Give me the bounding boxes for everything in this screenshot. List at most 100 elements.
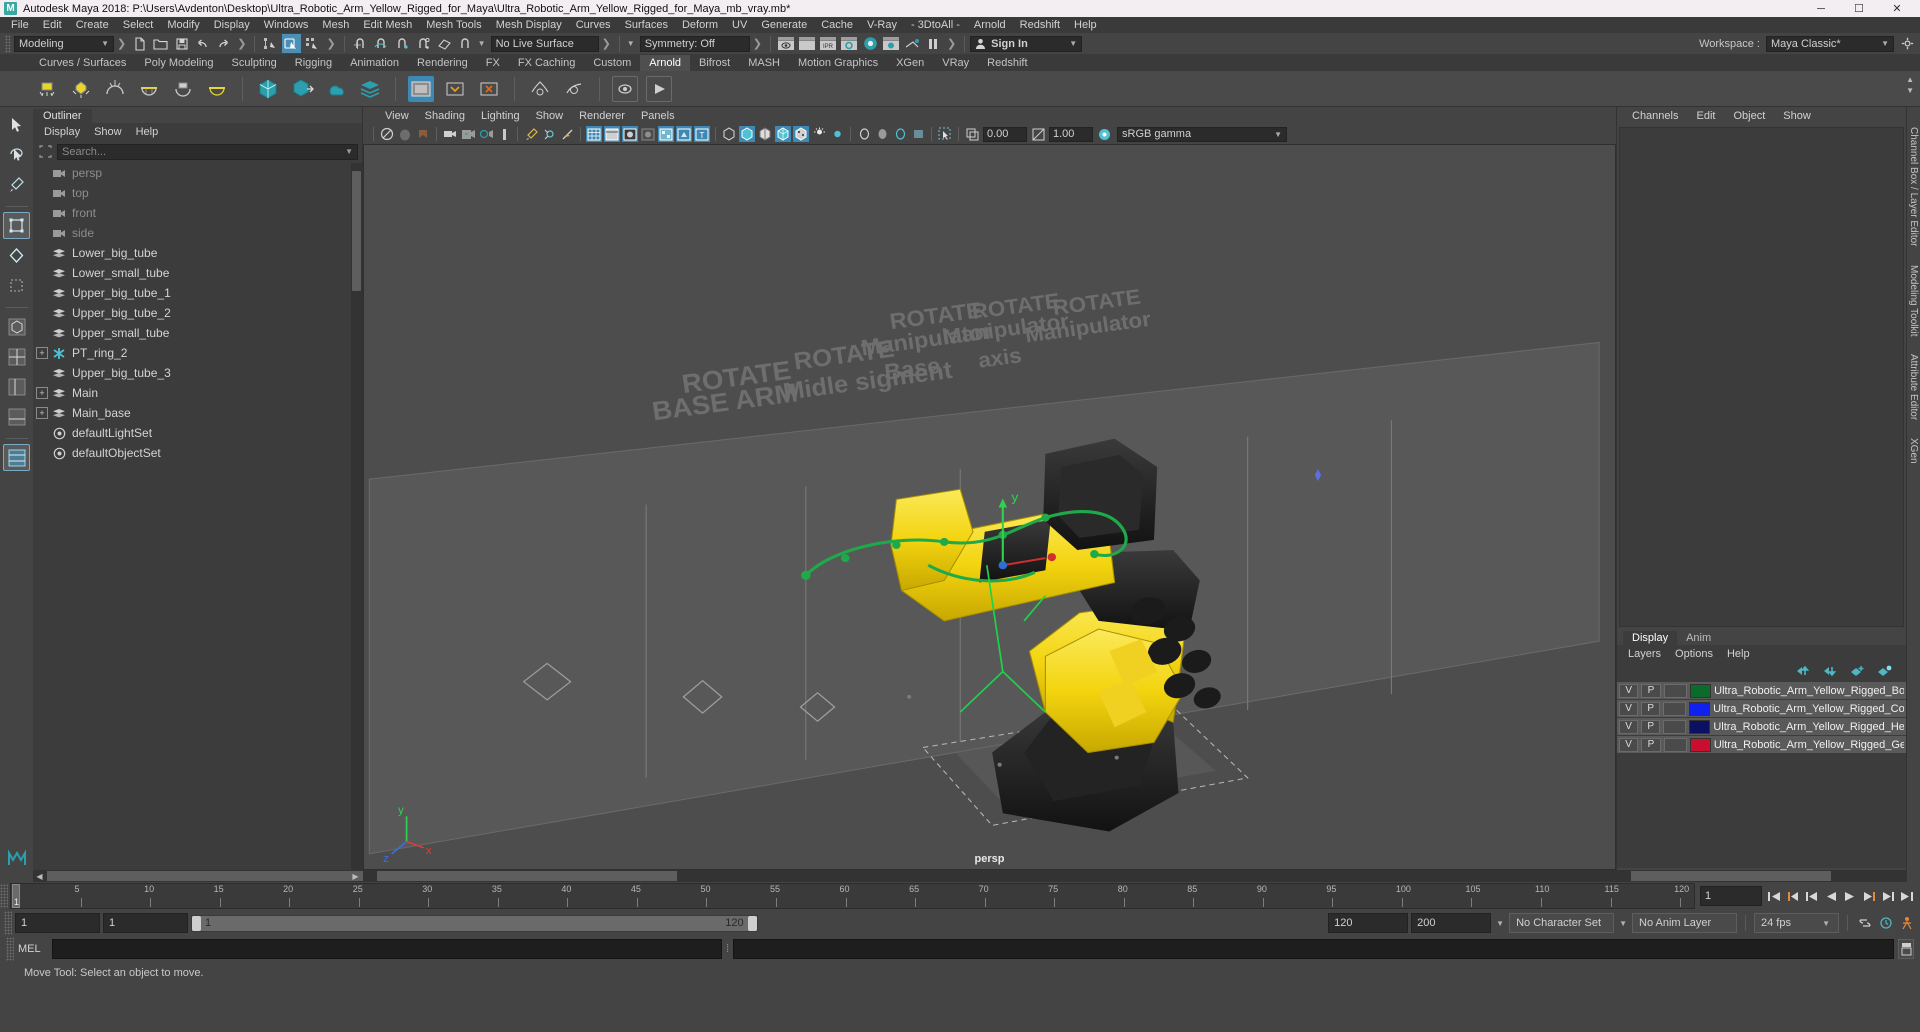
command-output[interactable]: [733, 939, 1894, 959]
chevron-down-icon[interactable]: ▼: [345, 147, 353, 156]
wireframe-on-shaded-icon[interactable]: [775, 126, 791, 142]
playback-end-field[interactable]: 120: [1328, 913, 1409, 933]
shelf-tab-motion-graphics[interactable]: Motion Graphics: [789, 55, 887, 71]
workspace-settings-icon[interactable]: [1898, 34, 1917, 53]
move-layer-up-icon[interactable]: [1796, 665, 1811, 677]
bounding-box-display-icon[interactable]: [721, 126, 737, 142]
arnold-mesh-light-icon[interactable]: [170, 76, 196, 102]
hardware-texturing-icon[interactable]: [658, 126, 674, 142]
arnold-point-light-icon[interactable]: [68, 76, 94, 102]
paint-select-tool-button[interactable]: [3, 171, 30, 198]
anim-end-field[interactable]: 200: [1411, 913, 1492, 933]
outliner-horizontal-scrollbar[interactable]: ◀ ▶: [33, 870, 377, 882]
expand-toggle-icon[interactable]: +: [36, 347, 48, 359]
playback-start-field[interactable]: 1: [103, 913, 188, 933]
snap-to-projected-center-icon[interactable]: [414, 34, 433, 53]
menu-item-file[interactable]: File: [4, 17, 36, 33]
menu-item-uv[interactable]: UV: [725, 17, 754, 33]
ambient-occlusion-icon[interactable]: [874, 126, 890, 142]
layer-visibility-toggle[interactable]: V: [1619, 701, 1639, 716]
layer-visibility-toggle[interactable]: V: [1619, 719, 1639, 734]
outliner-item[interactable]: front: [33, 203, 362, 223]
play-forwards-icon[interactable]: [1841, 886, 1859, 906]
layer-name[interactable]: Ultra_Robotic_Arm_Yellow_Rigged_Help: [1713, 721, 1904, 733]
range-slider-bar[interactable]: 1 120: [191, 914, 758, 932]
persp-graph-layout-button[interactable]: [3, 403, 30, 430]
section-collapse-1[interactable]: ❯: [114, 37, 129, 50]
snap-to-point-icon[interactable]: [393, 34, 412, 53]
symmetry-field[interactable]: Symmetry: Off: [639, 35, 750, 52]
layer-visibility-toggle[interactable]: V: [1619, 683, 1639, 698]
render-settings-icon[interactable]: [840, 34, 859, 53]
fps-dropdown[interactable]: 24 fps ▼: [1754, 913, 1839, 933]
vertical-tab-attribute-editor[interactable]: Attribute Editor: [1908, 354, 1919, 420]
arnold-render-view-icon[interactable]: [408, 75, 434, 102]
vertical-tab-channel-box-layer-editor[interactable]: Channel Box / Layer Editor: [1908, 127, 1919, 247]
menu-item-arnold[interactable]: Arnold: [967, 17, 1013, 33]
menu-item-surfaces[interactable]: Surfaces: [618, 17, 675, 33]
menu-item-select[interactable]: Select: [116, 17, 161, 33]
command-line-grip[interactable]: [6, 937, 14, 961]
select-camera-icon[interactable]: [379, 126, 395, 142]
outliner-tree[interactable]: persp top front side Lower_big_tube Lower_sma…: [33, 163, 362, 870]
shelf-tab-fx[interactable]: FX: [477, 55, 509, 71]
outliner-menu-help[interactable]: Help: [129, 126, 166, 138]
menu-item-help[interactable]: Help: [1067, 17, 1104, 33]
scrollbar-thumb[interactable]: [1631, 871, 1831, 881]
shadow-display-icon[interactable]: [829, 126, 845, 142]
shelf-tab-fx-caching[interactable]: FX Caching: [509, 55, 584, 71]
save-scene-icon[interactable]: [172, 34, 191, 53]
scroll-left-icon[interactable]: ◀: [33, 872, 46, 881]
expand-toggle-icon[interactable]: +: [36, 407, 48, 419]
channel-box-menu-object[interactable]: Object: [1724, 110, 1774, 122]
current-frame-field[interactable]: 1: [1700, 886, 1762, 906]
single-perspective-layout-button[interactable]: [3, 313, 30, 340]
make-live-icon[interactable]: [456, 34, 475, 53]
shadows-icon[interactable]: [478, 126, 494, 142]
arnold-sky-dome-light-icon[interactable]: [102, 76, 128, 102]
outliner-item[interactable]: + Main: [33, 383, 362, 403]
exposure-icon[interactable]: [964, 126, 980, 142]
layer-row[interactable]: V P Ultra_Robotic_Arm_Yellow_Rigged_Geo: [1617, 736, 1906, 753]
render-current-frame-icon[interactable]: [777, 34, 796, 53]
snap-to-view-plane-icon[interactable]: [435, 34, 454, 53]
channel-box-menu-channels[interactable]: Channels: [1623, 110, 1687, 122]
scrollbar-thumb[interactable]: [377, 871, 677, 881]
shelf-tab-redshift[interactable]: Redshift: [978, 55, 1036, 71]
scroll-right-icon[interactable]: ▶: [349, 872, 362, 881]
command-input[interactable]: [52, 939, 722, 959]
redo-icon[interactable]: [214, 34, 233, 53]
channel-box-menu-edit[interactable]: Edit: [1687, 110, 1724, 122]
outliner-vertical-scrollbar[interactable]: [351, 163, 362, 870]
anim-layer-dropdown[interactable]: No Anim Layer: [1632, 913, 1737, 933]
snap-to-curve-icon[interactable]: [372, 34, 391, 53]
gamma-field[interactable]: 1.00: [1049, 126, 1093, 142]
open-scene-icon[interactable]: [151, 34, 170, 53]
layer-name[interactable]: Ultra_Robotic_Arm_Yellow_Rigged_Bon: [1714, 685, 1904, 697]
section-collapse-2[interactable]: ❯: [234, 37, 249, 50]
outliner-item[interactable]: + Main_base: [33, 403, 362, 423]
chevron-down-icon[interactable]: ▼: [1494, 919, 1506, 928]
toolbar-grip[interactable]: [5, 34, 11, 53]
current-time-indicator[interactable]: 1: [12, 884, 20, 908]
step-forward-key-icon[interactable]: [1879, 886, 1897, 906]
move-tool-button[interactable]: [3, 212, 30, 239]
color-management-icon[interactable]: [1096, 126, 1112, 142]
arnold-photometric-light-icon[interactable]: [204, 76, 230, 102]
outliner-item[interactable]: Lower_big_tube: [33, 243, 362, 263]
bookmark-icon[interactable]: [415, 126, 431, 142]
camera-attributes-icon[interactable]: [442, 126, 458, 142]
outliner-item[interactable]: + PT_ring_2: [33, 343, 362, 363]
viewport-3d[interactable]: ROTATE BASE ARM ROTATE Midle sigment ROT…: [363, 144, 1616, 870]
smooth-shade-selected-icon[interactable]: [739, 126, 755, 142]
layer-color-swatch[interactable]: [1689, 701, 1711, 716]
playblast-icon[interactable]: [646, 75, 672, 102]
shelf-tab-curves-surfaces[interactable]: Curves / Surfaces: [30, 55, 135, 71]
paint-effects-icon[interactable]: [523, 126, 539, 142]
viewport-menu-renderer[interactable]: Renderer: [571, 110, 633, 122]
layer-playback-toggle[interactable]: P: [1641, 719, 1661, 734]
persp-outliner-layout-button[interactable]: [3, 373, 30, 400]
section-collapse-3[interactable]: ❯: [323, 37, 338, 50]
outliner-item[interactable]: top: [33, 183, 362, 203]
select-tool-button[interactable]: [3, 111, 30, 138]
